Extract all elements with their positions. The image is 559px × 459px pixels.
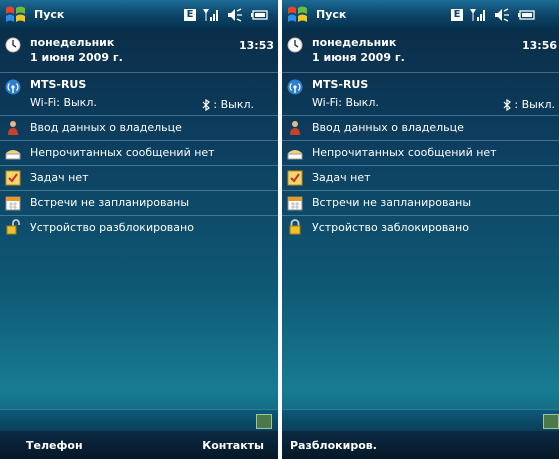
left-softkey[interactable]: Разблокиров. xyxy=(290,439,377,452)
owner-row[interactable]: Ввод данных о владельце xyxy=(0,116,278,141)
antenna-icon xyxy=(287,79,303,95)
edge-network-icon[interactable]: E xyxy=(451,9,463,21)
battery-icon[interactable] xyxy=(517,7,535,23)
owner-label: Ввод данных о владельце xyxy=(30,121,182,134)
date-label: 1 июня 2009 г. xyxy=(312,51,405,64)
tasks-label: Задач нет xyxy=(312,171,371,184)
right-softkey[interactable]: Контакты xyxy=(202,439,264,452)
wifi-status[interactable]: Wi-Fi: Выкл. xyxy=(312,96,379,109)
softkey-bar: Телефон Контакты xyxy=(0,431,278,459)
day-label: понедельник xyxy=(312,36,397,49)
bluetooth-status[interactable]: : Выкл. xyxy=(503,98,555,111)
title-bar: Пуск E xyxy=(0,0,278,30)
task-checkbox-icon xyxy=(5,170,21,186)
connectivity-row[interactable]: MTS-RUS Wi-Fi: Выкл. : Выкл. xyxy=(282,73,559,116)
left-softkey[interactable]: Телефон xyxy=(26,439,83,452)
status-icons: E xyxy=(184,6,268,24)
speaker-icon[interactable] xyxy=(493,7,511,23)
signal-strength-icon[interactable] xyxy=(469,7,487,23)
wifi-status[interactable]: Wi-Fi: Выкл. xyxy=(30,96,97,109)
locked-padlock-icon xyxy=(289,219,301,235)
edge-network-icon[interactable]: E xyxy=(184,9,196,21)
status-graph-icon[interactable] xyxy=(543,414,559,429)
clock-row[interactable]: понедельник 1 июня 2009 г. 13:56 xyxy=(282,31,559,73)
tasks-row[interactable]: Задач нет xyxy=(282,166,559,191)
lock-status-label: Устройство заблокировано xyxy=(312,221,469,234)
tasks-row[interactable]: Задач нет xyxy=(0,166,278,191)
task-checkbox-icon xyxy=(287,170,303,186)
speaker-icon[interactable] xyxy=(226,7,244,23)
lock-status-label: Устройство разблокировано xyxy=(30,221,194,234)
today-screen-right: Пуск E понедельник 1 июня 2009 г. 13:56 … xyxy=(282,0,559,459)
clock-icon xyxy=(287,37,303,53)
date-label: 1 июня 2009 г. xyxy=(30,51,123,64)
messages-label: Непрочитанных сообщений нет xyxy=(312,146,497,159)
appointments-label: Встречи не запланированы xyxy=(30,196,190,209)
status-icons: E xyxy=(451,6,535,24)
owner-row[interactable]: Ввод данных о владельце xyxy=(282,116,559,141)
antenna-icon xyxy=(5,79,21,95)
envelope-icon xyxy=(5,150,21,160)
start-label[interactable]: Пуск xyxy=(316,8,346,21)
day-label: понедельник xyxy=(30,36,115,49)
clock-icon xyxy=(5,37,21,53)
tasks-label: Задач нет xyxy=(30,171,89,184)
calendar-icon xyxy=(287,196,303,211)
status-strip xyxy=(282,409,559,432)
operator-label: MTS-RUS xyxy=(312,78,369,91)
calendar-row[interactable]: Встречи не запланированы xyxy=(0,191,278,216)
appointments-label: Встречи не запланированы xyxy=(312,196,472,209)
status-strip xyxy=(0,409,278,432)
calendar-row[interactable]: Встречи не запланированы xyxy=(282,191,559,216)
messages-row[interactable]: Непрочитанных сообщений нет xyxy=(282,141,559,166)
owner-label: Ввод данных о владельце xyxy=(312,121,464,134)
time-label: 13:56 xyxy=(521,39,557,52)
status-graph-icon[interactable] xyxy=(256,414,272,429)
envelope-icon xyxy=(287,150,303,160)
lock-row[interactable]: Устройство разблокировано xyxy=(0,216,278,240)
windows-flag-icon[interactable] xyxy=(4,4,28,26)
clock-row[interactable]: понедельник 1 июня 2009 г. 13:53 xyxy=(0,31,278,73)
today-screen-left: Пуск E понедельник 1 июня 2009 г. 13:53 … xyxy=(0,0,278,459)
bluetooth-icon xyxy=(503,98,512,111)
calendar-icon xyxy=(5,196,21,211)
softkey-bar: Разблокиров. xyxy=(282,431,559,459)
bluetooth-status[interactable]: : Выкл. xyxy=(202,98,254,111)
title-bar: Пуск E xyxy=(282,0,559,30)
messages-label: Непрочитанных сообщений нет xyxy=(30,146,215,159)
unlocked-padlock-icon xyxy=(6,219,20,235)
messages-row[interactable]: Непрочитанных сообщений нет xyxy=(0,141,278,166)
owner-person-icon xyxy=(8,121,18,135)
lock-row[interactable]: Устройство заблокировано xyxy=(282,216,559,240)
time-label: 13:53 xyxy=(238,39,274,52)
bluetooth-icon xyxy=(202,98,211,111)
owner-person-icon xyxy=(290,121,300,135)
windows-flag-icon[interactable] xyxy=(286,4,310,26)
start-label[interactable]: Пуск xyxy=(34,8,64,21)
bluetooth-label: : Выкл. xyxy=(213,98,254,111)
operator-label: MTS-RUS xyxy=(30,78,87,91)
signal-strength-icon[interactable] xyxy=(202,7,220,23)
bluetooth-label: : Выкл. xyxy=(514,98,555,111)
battery-icon[interactable] xyxy=(250,7,268,23)
connectivity-row[interactable]: MTS-RUS Wi-Fi: Выкл. : Выкл. xyxy=(0,73,278,116)
